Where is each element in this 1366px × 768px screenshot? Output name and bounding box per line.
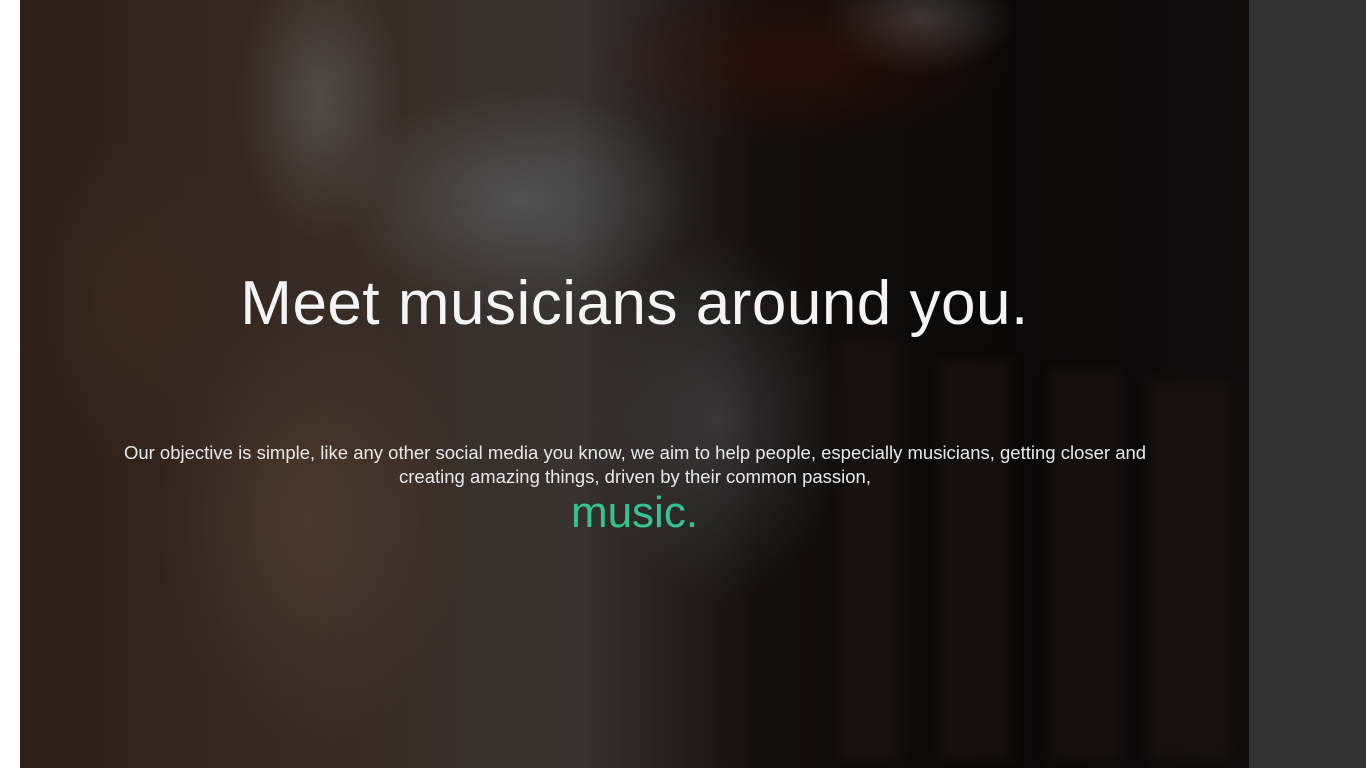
hero-section: Meet musicians around you. Our objective… — [20, 0, 1249, 768]
hero-description: Our objective is simple, like any other … — [123, 442, 1147, 487]
hero-content: Meet musicians around you. Our objective… — [20, 0, 1249, 768]
hero-accent-word: music. — [570, 488, 699, 537]
right-sidebar-panel — [1249, 0, 1366, 768]
landing-page: Meet musicians around you. Our objective… — [0, 0, 1366, 768]
hero-headline: Meet musicians around you. — [240, 269, 1029, 338]
